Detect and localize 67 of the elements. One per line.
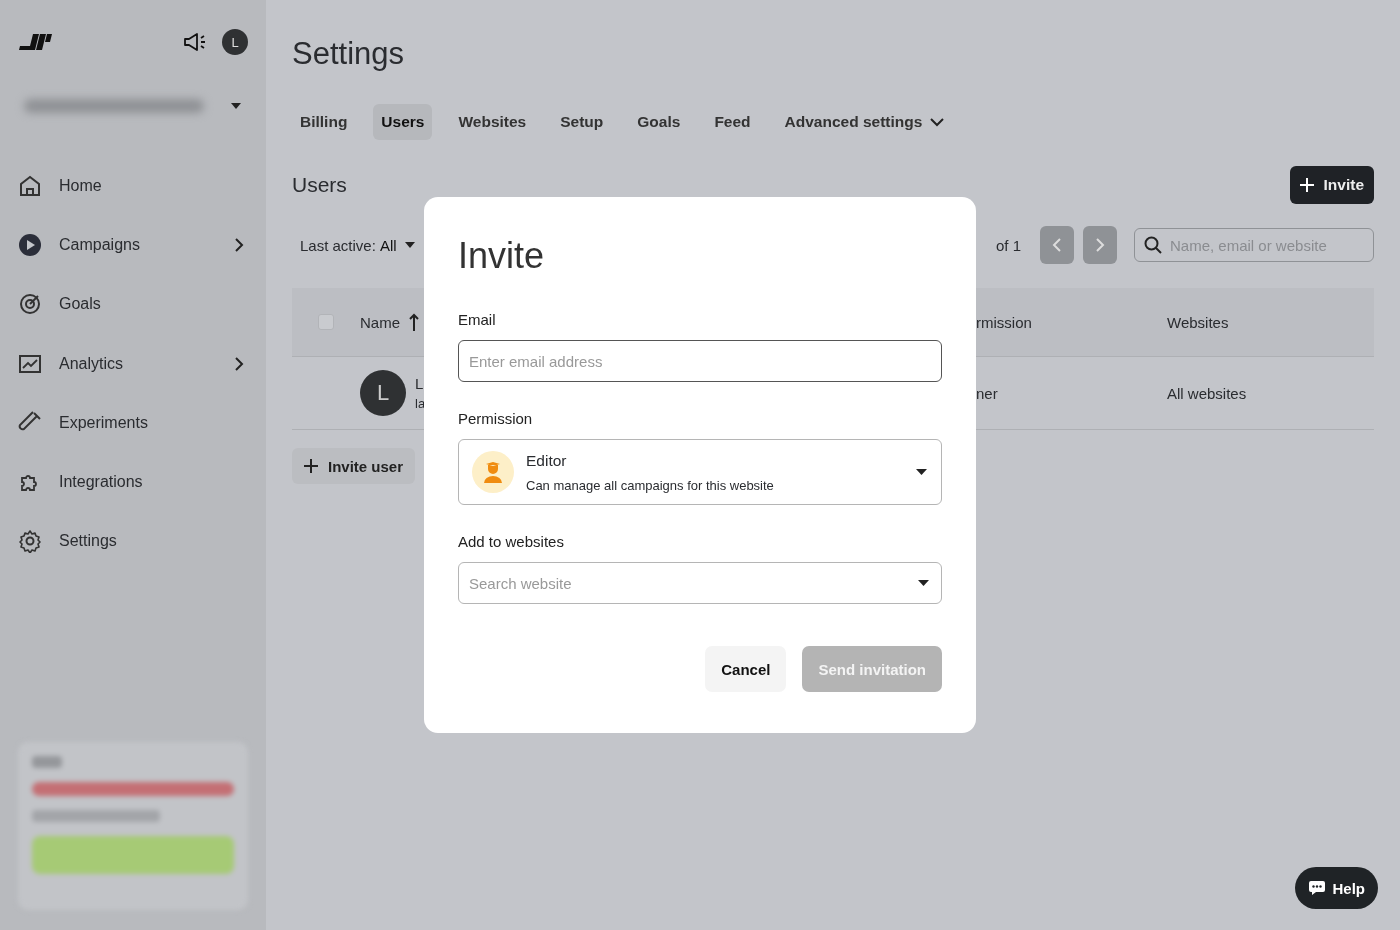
caret-icon — [916, 469, 927, 475]
nav-item[interactable]: Experiments — [18, 393, 248, 453]
tab[interactable]: Advanced settings — [776, 104, 953, 140]
nav-item[interactable]: Campaigns — [18, 215, 248, 275]
gear-icon — [18, 529, 42, 554]
page-count: of 1 — [995, 236, 1021, 254]
nav-label: Campaigns — [59, 235, 141, 254]
email-field[interactable]: Enter email address — [458, 340, 942, 382]
help-button[interactable]: Help — [1295, 867, 1378, 909]
search-field[interactable]: Name, email or website — [1134, 228, 1374, 262]
field-label: Add to websites — [458, 533, 565, 550]
nav-label: Settings — [59, 532, 118, 551]
tab[interactable]: Goals — [629, 104, 689, 140]
table-cell: All websites — [1167, 384, 1247, 402]
tab[interactable]: Setup — [552, 104, 612, 140]
logo-icon[interactable] — [18, 32, 52, 52]
cancel-button[interactable]: Cancel — [705, 646, 787, 692]
nav-label: Experiments — [59, 413, 149, 432]
nav-label: Goals — [59, 295, 102, 314]
search-icon — [1144, 236, 1162, 254]
field-label: Email — [458, 311, 497, 328]
user-avatar: L — [360, 370, 406, 416]
sort-arrow-icon[interactable] — [409, 313, 419, 331]
nav-item[interactable]: Home — [18, 156, 248, 216]
megaphone-icon[interactable] — [182, 30, 208, 54]
tab[interactable]: Websites — [450, 104, 535, 140]
dialog-title: Invite — [458, 235, 546, 277]
tab[interactable]: Users — [373, 104, 433, 140]
column-header: Websites — [1167, 313, 1229, 331]
role-description: Can manage all campaigns for this website — [526, 477, 775, 493]
column-header: rmission — [976, 313, 1032, 331]
target-icon — [18, 292, 42, 317]
nav-item[interactable]: Settings — [18, 511, 248, 572]
field-label: Permission — [458, 410, 534, 427]
nav-item[interactable]: Goals — [18, 274, 248, 334]
chat-icon — [1308, 880, 1327, 896]
chevron-down-icon — [930, 117, 945, 127]
nav-label: Home — [59, 176, 103, 195]
graduate-icon — [472, 451, 514, 493]
user-name: L — [415, 375, 425, 392]
invite-button[interactable]: Invite — [1289, 166, 1374, 204]
section-title: Users — [292, 173, 347, 197]
user-avatar[interactable]: L — [222, 29, 248, 55]
role-name: Editor — [526, 451, 568, 470]
table-cell: ner — [976, 384, 998, 402]
caret-icon — [404, 242, 415, 248]
caret-icon — [918, 580, 929, 586]
permission-select[interactable]: Editor Can manage all campaigns for this website — [458, 439, 942, 505]
nav-label: Integrations — [59, 473, 144, 492]
user-email: la — [415, 396, 426, 411]
website-search-field[interactable]: Search website — [458, 562, 942, 604]
nav-label: Analytics — [59, 354, 125, 373]
home-icon — [18, 173, 42, 198]
invite-user-button[interactable]: Invite user — [292, 448, 416, 484]
page-title: Settings — [292, 36, 405, 72]
nav-item[interactable]: Integrations — [18, 452, 248, 512]
chevron-right-icon — [1095, 237, 1105, 253]
tab[interactable]: Feed — [706, 104, 759, 140]
plus-icon — [1299, 178, 1314, 192]
nav-item[interactable]: Analytics — [18, 333, 248, 394]
last-active-filter[interactable]: Last active: All — [292, 236, 415, 254]
chevron-left-icon — [1052, 237, 1062, 253]
play-icon — [18, 232, 42, 257]
caret-icon[interactable] — [230, 102, 242, 110]
plus-icon — [304, 459, 318, 473]
tab[interactable]: Billing — [292, 104, 356, 140]
column-header[interactable]: Name — [360, 313, 400, 331]
